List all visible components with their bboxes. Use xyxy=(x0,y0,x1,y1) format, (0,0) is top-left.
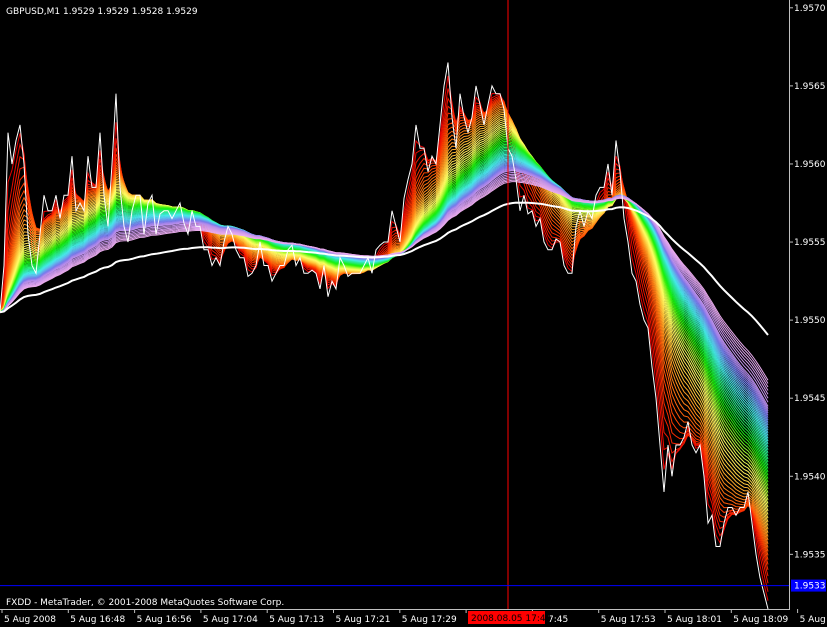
time-tick-label: 5 Aug 18:17 xyxy=(800,615,827,625)
price-tick-label: 1.9555 xyxy=(794,238,826,248)
time-tick-label: 5 Aug 17:29 xyxy=(402,615,457,625)
time-tick-label: 5 Aug 16:48 xyxy=(70,615,125,625)
time-tick-label: 5 Aug 17:13 xyxy=(269,615,324,625)
time-tick-label: 5 Aug 18:01 xyxy=(667,615,722,625)
chart-title: GBPUSD,M1 1.9529 1.9529 1.9528 1.9529 xyxy=(6,7,198,17)
price-tick-label: 1.9565 xyxy=(794,82,826,92)
time-tick-label: 5 Aug 17:04 xyxy=(203,615,258,625)
crosshair-time-label: 2008.08.05 17:44 xyxy=(471,614,552,624)
time-tick-label: 5 Aug 16:56 xyxy=(137,615,192,625)
time-tick-label: 5 Aug 18:09 xyxy=(733,615,788,625)
price-tick-label: 1.9560 xyxy=(794,160,826,170)
price-tick-label: 1.9535 xyxy=(794,550,826,560)
price-tick-label: 1.9540 xyxy=(794,472,826,482)
price-tick-label: 1.9550 xyxy=(794,316,826,326)
price-tick-label: 1.9545 xyxy=(794,394,826,404)
time-tick-label: 5 Aug 2008 xyxy=(4,615,56,625)
current-price-label: 1.9533 xyxy=(794,582,826,592)
time-tick-label: 5 Aug 17:53 xyxy=(601,615,656,625)
price-tick-label: 1.9570 xyxy=(794,4,826,14)
chart-footer: FXDD - MetaTrader, © 2001-2008 MetaQuote… xyxy=(6,598,284,608)
time-tick-label: 5 Aug 17:21 xyxy=(336,615,391,625)
price-chart[interactable]: 1.9570 1.9565 1.9560 1.9555 1.9550 1.9545 1.95… xyxy=(0,0,827,627)
